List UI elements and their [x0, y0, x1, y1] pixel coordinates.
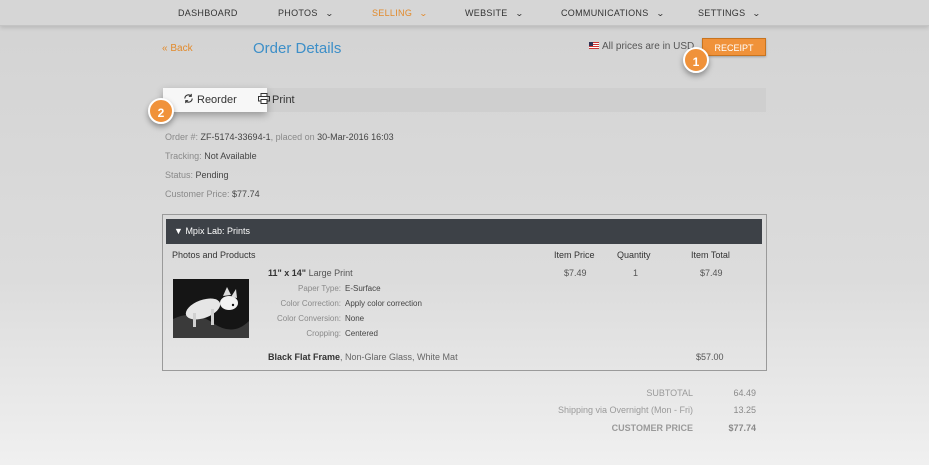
- order-number-label: Order #:: [165, 132, 199, 142]
- item-quantity: 1: [633, 268, 639, 278]
- chevron-down-icon: ⌄: [752, 9, 762, 18]
- attr-label: Cropping:: [306, 329, 341, 338]
- attr-value: Centered: [345, 329, 378, 338]
- total-customer-price-label: CUSTOMER PRICE: [611, 423, 693, 433]
- step-badge-2: 2: [148, 98, 174, 124]
- chevron-down-icon: ⌄: [655, 9, 665, 18]
- nav-label: DASHBOARD: [178, 8, 238, 18]
- item-total: $7.49: [700, 268, 723, 278]
- customer-price-label: Customer Price:: [165, 189, 230, 199]
- status-value: Pending: [195, 170, 229, 180]
- nav-photos[interactable]: PHOTOS ⌄: [278, 0, 333, 26]
- attr-label: Paper Type:: [298, 284, 341, 293]
- attr-value: E-Surface: [345, 284, 381, 293]
- placed-date: 30-Mar-2016 16:03: [317, 132, 394, 142]
- print-button[interactable]: Print: [258, 88, 295, 112]
- frame-line: Black Flat Frame, Non-Glare Glass, White…: [268, 352, 458, 362]
- product-size: 11" x 14": [268, 268, 307, 278]
- col-item-price: Item Price: [554, 250, 595, 260]
- chevron-down-icon: ⌄: [514, 9, 524, 18]
- nav-website[interactable]: WEBSITE ⌄: [465, 0, 523, 26]
- attr-label: Color Conversion:: [276, 314, 341, 323]
- nav-label: COMMUNICATIONS: [561, 8, 649, 18]
- printer-icon: [258, 93, 270, 104]
- nav-label: PHOTOS: [278, 8, 318, 18]
- customer-price-line: Customer Price: $77.74: [165, 189, 260, 199]
- nav-dashboard[interactable]: DASHBOARD: [178, 0, 238, 26]
- chevron-down-icon: ⌄: [324, 9, 334, 18]
- placed-label: , placed on: [270, 132, 315, 142]
- product-name: Large Print: [308, 268, 353, 278]
- product-photo[interactable]: [173, 279, 249, 338]
- nav-label: WEBSITE: [465, 8, 508, 18]
- nav-settings[interactable]: SETTINGS ⌄: [698, 0, 762, 26]
- print-label: Print: [272, 94, 295, 106]
- order-number: ZF-5174-33694-1: [200, 132, 271, 142]
- tracking-value: Not Available: [204, 151, 257, 161]
- product-title: 11" x 14" Large Print: [268, 268, 353, 278]
- status-line: Status: Pending: [165, 170, 229, 180]
- frame-total: $57.00: [696, 352, 724, 362]
- attr-value: Apply color correction: [345, 299, 422, 308]
- order-number-line: Order #: ZF-5174-33694-1, placed on 30-M…: [165, 132, 394, 142]
- attr-value: None: [345, 314, 365, 323]
- subtotal-label: SUBTOTAL: [646, 388, 693, 398]
- col-products: Photos and Products: [172, 250, 256, 260]
- us-flag-icon: [589, 42, 599, 49]
- nav-selling[interactable]: SELLING ⌄: [372, 0, 429, 26]
- reorder-label: Reorder: [197, 94, 237, 106]
- triangle-down-icon: ▼: [174, 226, 183, 236]
- item-price: $7.49: [564, 268, 587, 278]
- reorder-button[interactable]: Reorder: [163, 88, 267, 112]
- currency-note: All prices are in USD: [589, 41, 694, 52]
- shipping-value: 13.25: [733, 405, 756, 415]
- col-quantity: Quantity: [617, 250, 651, 260]
- step-badge-1: 1: [683, 47, 709, 73]
- lab-name: Mpix Lab: Prints: [185, 226, 250, 236]
- shipping-label: Shipping via Overnight (Mon - Fri): [557, 405, 693, 415]
- attr-label: Color Correction:: [280, 299, 341, 308]
- dog-photo-image: [173, 279, 249, 338]
- total-customer-price-value: $77.74: [728, 423, 756, 433]
- nav-label: SETTINGS: [698, 8, 746, 18]
- page-title: Order Details: [253, 40, 342, 57]
- receipt-button[interactable]: RECEIPT: [702, 38, 766, 56]
- customer-price-value: $77.74: [232, 189, 260, 199]
- chevron-down-icon: ⌄: [419, 9, 429, 18]
- col-item-total: Item Total: [691, 250, 730, 260]
- lab-header[interactable]: ▼ Mpix Lab: Prints: [166, 219, 762, 244]
- tracking-line: Tracking: Not Available: [165, 151, 257, 161]
- back-link[interactable]: « Back: [162, 43, 193, 54]
- nav-communications[interactable]: COMMUNICATIONS ⌄: [561, 0, 664, 26]
- currency-note-text: All prices are in USD: [602, 41, 695, 52]
- refresh-icon: [184, 93, 193, 104]
- frame-name: Black Flat Frame: [268, 352, 341, 362]
- tracking-label: Tracking:: [165, 151, 202, 161]
- top-nav: DASHBOARD PHOTOS ⌄ SELLING ⌄ WEBSITE ⌄ COMM…: [0, 0, 929, 26]
- subtotal-value: 64.49: [733, 388, 756, 398]
- nav-label: SELLING: [372, 8, 413, 18]
- status-label: Status:: [165, 170, 194, 180]
- frame-details: , Non-Glare Glass, White Mat: [340, 352, 458, 362]
